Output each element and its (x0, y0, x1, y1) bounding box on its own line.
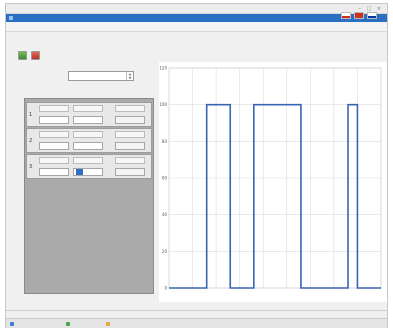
app-window: – □ × ▲ ▼ 1 2 3 0 20 40 60 80 100 120 (5, 3, 388, 328)
row-header-1 (39, 157, 69, 164)
row-header-3 (115, 105, 145, 112)
row-field-1[interactable] (39, 142, 69, 150)
y-tick-label: 100 (159, 102, 167, 107)
remove-button[interactable] (31, 51, 40, 60)
y-tick-label: 40 (162, 212, 168, 217)
status-icon-2 (66, 322, 70, 326)
title-bar: – □ × (6, 4, 387, 14)
status-icon-1 (10, 322, 14, 326)
row-index: 1 (29, 112, 33, 118)
schedule-panel: 1 2 3 (24, 98, 154, 294)
y-tick-label: 120 (159, 66, 167, 71)
row-header-2 (73, 157, 103, 164)
bottom-tab-strip (6, 310, 387, 318)
y-tick-label: 60 (162, 176, 168, 181)
schedule-row: 2 (26, 128, 152, 153)
app-header-bar (6, 14, 387, 22)
row-header-3 (115, 157, 145, 164)
row-field-2[interactable] (73, 116, 103, 124)
flag-icon-3[interactable] (367, 12, 377, 19)
row-field-2[interactable] (73, 142, 103, 150)
selection-highlight (76, 169, 83, 175)
y-tick-label: 0 (164, 286, 167, 291)
row-index: 3 (29, 164, 33, 170)
spin-arrows-icon[interactable]: ▲ ▼ (126, 72, 133, 80)
row-field-1[interactable] (39, 116, 69, 124)
flag-icon-2[interactable] (354, 12, 364, 19)
row-field-1[interactable] (39, 168, 69, 176)
menu-bar (6, 22, 387, 32)
row-header-2 (73, 105, 103, 112)
row-field-3[interactable] (115, 168, 145, 176)
schedule-row: 3 (26, 154, 152, 179)
tab-strip (6, 33, 387, 44)
y-tick-label: 80 (162, 139, 168, 144)
row-field-3[interactable] (115, 116, 145, 124)
app-icon (9, 16, 13, 20)
row-field-2-selected[interactable] (73, 168, 103, 176)
y-tick-label: 20 (162, 249, 168, 254)
cycle-spinbox[interactable]: ▲ ▼ (68, 71, 134, 81)
schedule-chart: 0 20 40 60 80 100 120 (159, 62, 387, 302)
flag-icon-1[interactable] (341, 12, 351, 19)
row-header-3 (115, 131, 145, 138)
status-bar (6, 318, 387, 328)
row-field-3[interactable] (115, 142, 145, 150)
add-button[interactable] (18, 51, 27, 60)
row-header-1 (39, 105, 69, 112)
row-header-1 (39, 131, 69, 138)
row-index: 2 (29, 138, 33, 144)
status-icon-3 (106, 322, 110, 326)
schedule-row: 1 (26, 102, 152, 127)
row-header-2 (73, 131, 103, 138)
